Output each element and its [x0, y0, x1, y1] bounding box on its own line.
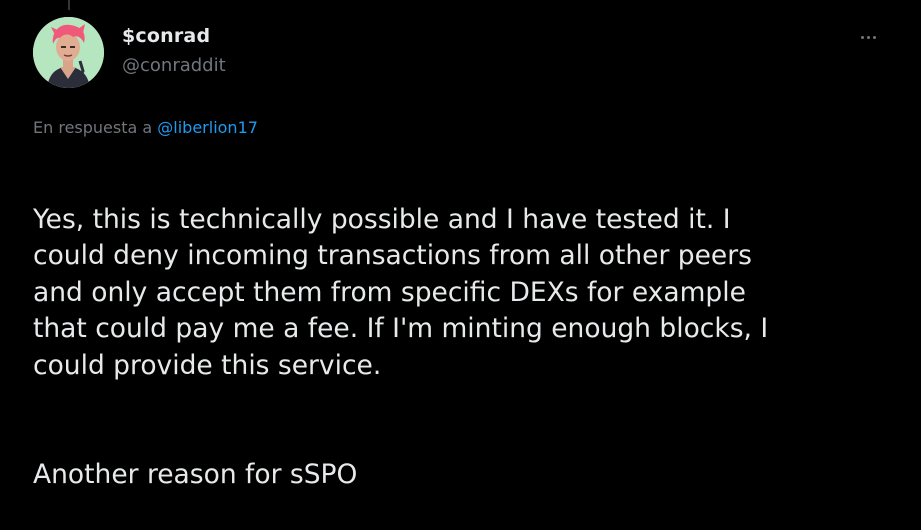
tweet-paragraph-2: Another reason for sSPO	[33, 458, 358, 490]
more-options-button[interactable]	[851, 24, 885, 50]
thread-connector-line	[68, 0, 70, 10]
author-handle[interactable]: @conraddit	[122, 55, 226, 76]
tweet-text: Yes, this is technically possible and I …	[33, 165, 893, 530]
reply-prefix: En respuesta a	[33, 118, 153, 137]
reply-mention-link[interactable]: @liberlion17	[157, 118, 258, 137]
author-avatar[interactable]	[33, 17, 104, 88]
more-horizontal-icon	[859, 35, 877, 39]
author-display-name[interactable]: $conrad	[122, 25, 210, 47]
tweet-paragraph-1: Yes, this is technically possible and I …	[33, 203, 769, 381]
avatar-illustration	[33, 17, 104, 88]
reply-context: En respuesta a @liberlion17	[33, 118, 258, 137]
